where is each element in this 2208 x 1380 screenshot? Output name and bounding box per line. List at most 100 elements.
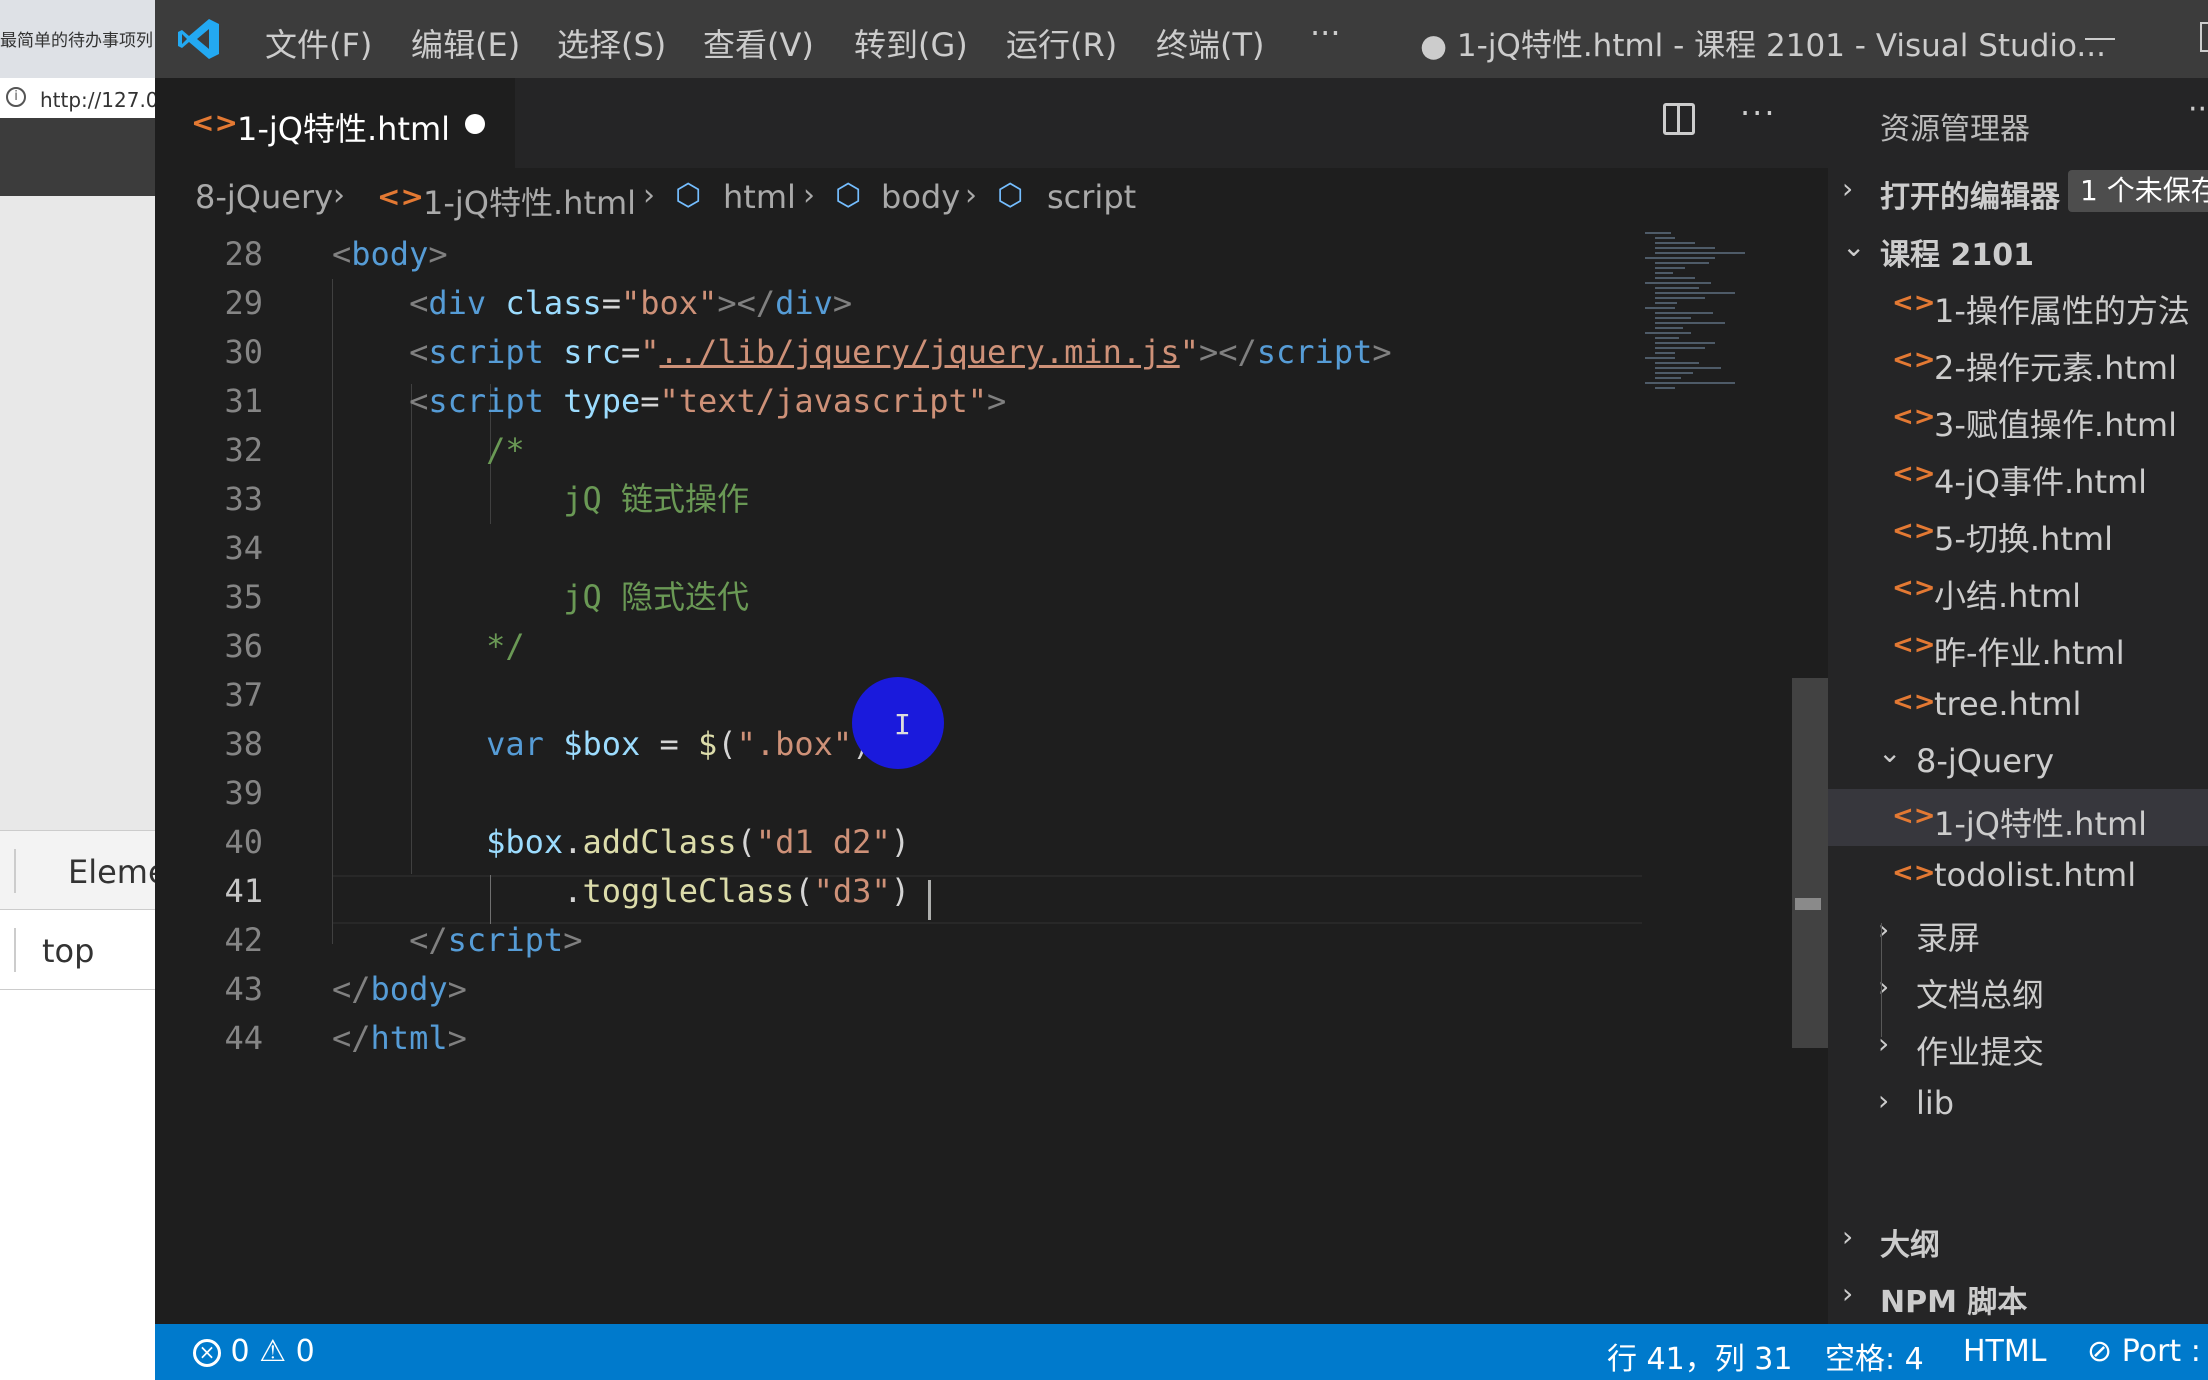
tree-folder[interactable]: › 作业提交	[1828, 1017, 2208, 1074]
tree-file[interactable]: <> tree.html	[1828, 675, 2208, 732]
minimap-line	[1655, 237, 1675, 239]
minimap-line	[1655, 327, 1683, 329]
code-token: ../lib/jquery/jquery.min.js	[659, 333, 1180, 371]
code-token: script	[447, 921, 564, 959]
tree-file[interactable]: <> todolist.html	[1828, 846, 2208, 903]
port-label: Port :	[2121, 1334, 2201, 1369]
line-number: 38	[224, 725, 263, 763]
vscode-logo-icon[interactable]	[177, 17, 221, 61]
menu-edit[interactable]: 编辑(E)	[411, 20, 520, 66]
tree-item-label: 4-jQ事件.html	[1934, 463, 2148, 501]
browser-tab-title[interactable]: 最简单的待办事项列	[0, 26, 153, 51]
tree-file[interactable]: <> 小结.html	[1828, 561, 2208, 618]
section-npm-scripts[interactable]: › NPM 脚本	[1828, 1267, 2208, 1323]
more-actions-icon[interactable]: ···	[1740, 94, 1777, 132]
code-line[interactable]: 41 .toggleClass("d3")	[155, 867, 1640, 916]
browser-address-bar[interactable]: i http://127.0	[0, 78, 155, 118]
tree-folder[interactable]: ⌄ 8-jQuery	[1828, 732, 2208, 789]
port-indicator[interactable]: ⊘ Port :	[2087, 1334, 2201, 1369]
tree-file[interactable]: <> 4-jQ事件.html	[1828, 447, 2208, 504]
browser-address-text[interactable]: http://127.0	[40, 88, 155, 112]
line-number: 44	[224, 1019, 263, 1057]
code-token: >	[832, 284, 853, 322]
tree-file[interactable]: <> 昨-作业.html	[1828, 618, 2208, 675]
minimap-line	[1655, 337, 1679, 339]
tree-folder[interactable]: › 录屏	[1828, 903, 2208, 960]
menu-go[interactable]: 转到(G)	[854, 20, 968, 66]
breadcrumb-script[interactable]: script	[1047, 178, 1136, 216]
problems-indicator[interactable]: × 0 ⚠ 0	[193, 1334, 315, 1369]
code-line[interactable]: 34	[155, 524, 1640, 573]
code-token: >	[447, 970, 467, 1008]
code-line[interactable]: 40 $box.addClass("d1 d2")	[155, 818, 1640, 867]
code-line[interactable]: 30 <script src="../lib/jquery/jquery.min…	[155, 328, 1640, 377]
menu-view[interactable]: 查看(V)	[703, 20, 814, 66]
indentation-setting[interactable]: 空格: 4	[1825, 1334, 1924, 1378]
menu-run[interactable]: 运行(R)	[1006, 20, 1117, 66]
code-line[interactable]: 32 /*	[155, 426, 1640, 475]
minimap[interactable]	[1645, 230, 1805, 430]
code-editor[interactable]: 28 <body> 29 <div class="box"></div> 30 <sc…	[155, 230, 1828, 1324]
cursor-position[interactable]: 行 41，列 31	[1607, 1334, 1792, 1378]
code-token: body	[370, 970, 448, 1008]
code-line[interactable]: 44 </html>	[155, 1014, 1640, 1063]
menu-more[interactable]: ···	[1310, 14, 1341, 52]
tree-file[interactable]: <> 2-操作元素.html	[1828, 333, 2208, 390]
code-line[interactable]: 35 jQ 隐式迭代	[155, 573, 1640, 622]
html-file-icon: <>	[377, 180, 424, 213]
code-text: */	[332, 622, 525, 671]
breadcrumb-html[interactable]: html	[723, 178, 796, 216]
code-line[interactable]: 43 </body>	[155, 965, 1640, 1014]
minimap-line	[1645, 282, 1711, 284]
code-token: )	[890, 823, 910, 861]
console-context-select[interactable]: top	[42, 932, 94, 970]
code-line[interactable]: 31 <script type="text/javascript">	[155, 377, 1640, 426]
tree-file[interactable]: <> 1-操作属性的方法	[1828, 276, 2208, 333]
menu-terminal[interactable]: 终端(T)	[1156, 20, 1265, 66]
breadcrumb-file[interactable]: 1-jQ特性.html	[423, 178, 636, 224]
section-outline[interactable]: › 大纲	[1828, 1210, 2208, 1266]
tree-folder[interactable]: › 文档总纲	[1828, 960, 2208, 1017]
menu-file[interactable]: 文件(F)	[265, 20, 372, 66]
scrollbar-thumb[interactable]	[1792, 678, 1828, 1048]
menu-selection[interactable]: 选择(S)	[557, 20, 666, 66]
code-token: script	[428, 333, 544, 371]
tree-item-label: 3-赋值操作.html	[1934, 406, 2177, 444]
split-editor-icon[interactable]	[1663, 103, 1695, 135]
chevron-right-icon: ›	[1878, 970, 1890, 1003]
code-line[interactable]: 39	[155, 769, 1640, 818]
code-line[interactable]: 42 </script>	[155, 916, 1640, 965]
text-cursor	[928, 880, 931, 920]
unsaved-dot-icon[interactable]	[465, 114, 485, 134]
language-mode[interactable]: HTML	[1963, 1334, 2046, 1369]
tree-folder[interactable]: › lib	[1828, 1074, 2208, 1131]
devtools-tab-elements[interactable]: Eleme	[68, 853, 155, 891]
code-token: class	[505, 284, 602, 322]
maximize-icon[interactable]	[2200, 22, 2208, 52]
info-icon[interactable]: i	[6, 87, 26, 107]
minimap-line	[1655, 247, 1715, 249]
code-line[interactable]: 36 */	[155, 622, 1640, 671]
vscode-window: 文件(F) 编辑(E) 选择(S) 查看(V) 转到(G) 运行(R) 终端(T…	[155, 0, 2208, 1380]
html-file-icon: <>	[1892, 516, 1936, 546]
line-number: 36	[224, 627, 263, 665]
code-token: src	[563, 333, 621, 371]
code-text: <script src="../lib/jquery/jquery.min.js…	[332, 328, 1392, 377]
tree-file[interactable]: <> 1-jQ特性.html	[1828, 789, 2208, 846]
code-line[interactable]: 28 <body>	[155, 230, 1640, 279]
code-token: >	[563, 921, 583, 959]
more-actions-icon[interactable]: ··	[2188, 92, 2207, 127]
section-workspace[interactable]: ⌄ 课程 2101	[1828, 220, 2208, 276]
section-open-editors[interactable]: › 打开的编辑器 1 个未保存	[1828, 162, 2208, 218]
breadcrumb-folder[interactable]: 8-jQuery	[195, 178, 333, 216]
code-line[interactable]: 33 jQ 链式操作	[155, 475, 1640, 524]
tree-file[interactable]: <> 5-切换.html	[1828, 504, 2208, 561]
breadcrumb-body[interactable]: body	[881, 178, 960, 216]
tab-1-jq-features[interactable]: <> 1-jQ特性.html	[155, 78, 515, 168]
tree-file[interactable]: <> 3-赋值操作.html	[1828, 390, 2208, 447]
minimize-icon[interactable]	[2085, 38, 2115, 40]
code-line[interactable]: 29 <div class="box"></div>	[155, 279, 1640, 328]
